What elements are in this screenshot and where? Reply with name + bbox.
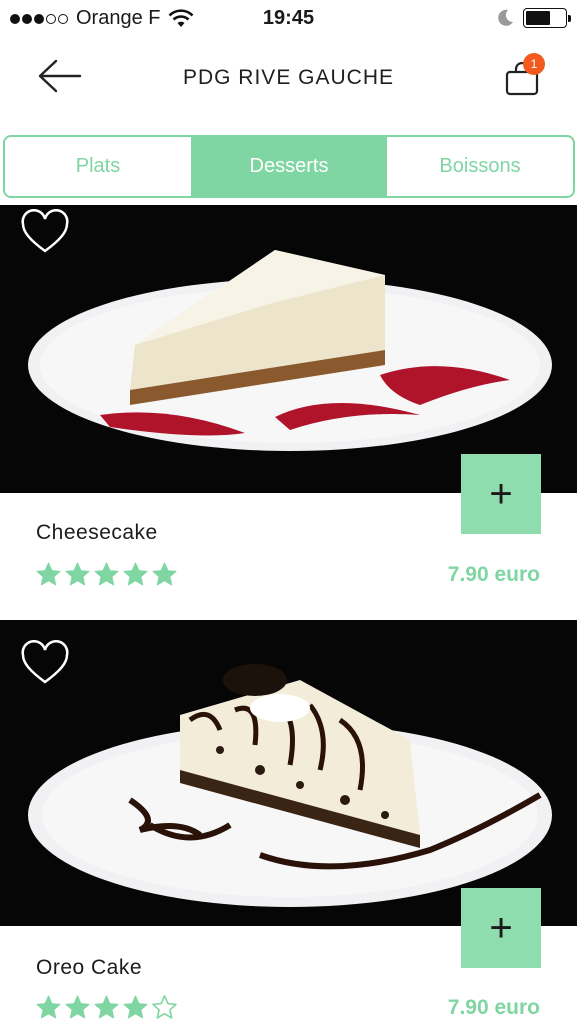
add-to-cart-button[interactable]: + bbox=[461, 454, 541, 534]
clock: 19:45 bbox=[262, 7, 315, 29]
star-filled-icon bbox=[36, 562, 61, 586]
oreo-cake-photo bbox=[28, 664, 552, 907]
star-filled-icon bbox=[36, 995, 61, 1019]
status-bar: Orange F 19:45 bbox=[0, 0, 577, 38]
product-price: 7.90 euro bbox=[447, 563, 540, 586]
product-image-cheesecake bbox=[0, 205, 577, 493]
cheesecake-photo bbox=[28, 250, 552, 451]
rating-stars bbox=[35, 994, 180, 1021]
page-title: PDG RIVE GAUCHE bbox=[182, 66, 395, 89]
category-tabs: Plats Desserts Boissons bbox=[3, 135, 575, 198]
cart-button[interactable]: 1 bbox=[499, 52, 549, 102]
star-filled-icon bbox=[123, 995, 148, 1019]
star-filled-icon bbox=[152, 562, 177, 586]
star-outline-icon bbox=[152, 995, 177, 1019]
plus-icon: + bbox=[489, 906, 513, 950]
status-right bbox=[495, 8, 571, 28]
do-not-disturb-moon-icon bbox=[498, 9, 513, 26]
cart-count-badge: 1 bbox=[523, 53, 545, 75]
product-card[interactable]: + Oreo Cake 7.90 euro bbox=[0, 620, 577, 1024]
tab-plats[interactable]: Plats bbox=[5, 137, 193, 196]
heart-outline-icon bbox=[21, 640, 69, 684]
favorite-button[interactable] bbox=[20, 640, 70, 688]
star-filled-icon bbox=[94, 562, 119, 586]
product-name: Oreo Cake bbox=[36, 956, 143, 979]
star-filled-icon bbox=[123, 562, 148, 586]
favorite-button[interactable] bbox=[20, 209, 70, 257]
star-filled-icon bbox=[65, 995, 90, 1019]
tab-desserts[interactable]: Desserts bbox=[193, 137, 385, 196]
star-filled-icon bbox=[94, 995, 119, 1019]
plus-icon: + bbox=[489, 472, 513, 516]
product-price: 7.90 euro bbox=[447, 996, 540, 1019]
battery-icon bbox=[523, 8, 571, 28]
product-image-oreo-cake bbox=[0, 620, 577, 926]
nav-header: PDG RIVE GAUCHE 1 bbox=[0, 38, 577, 118]
product-card[interactable]: + Cheesecake 7.90 euro bbox=[0, 205, 577, 615]
tab-boissons[interactable]: Boissons bbox=[385, 137, 573, 196]
rating-stars bbox=[35, 561, 180, 588]
add-to-cart-button[interactable]: + bbox=[461, 888, 541, 968]
product-name: Cheesecake bbox=[36, 521, 158, 544]
star-filled-icon bbox=[65, 562, 90, 586]
heart-outline-icon bbox=[21, 209, 69, 253]
